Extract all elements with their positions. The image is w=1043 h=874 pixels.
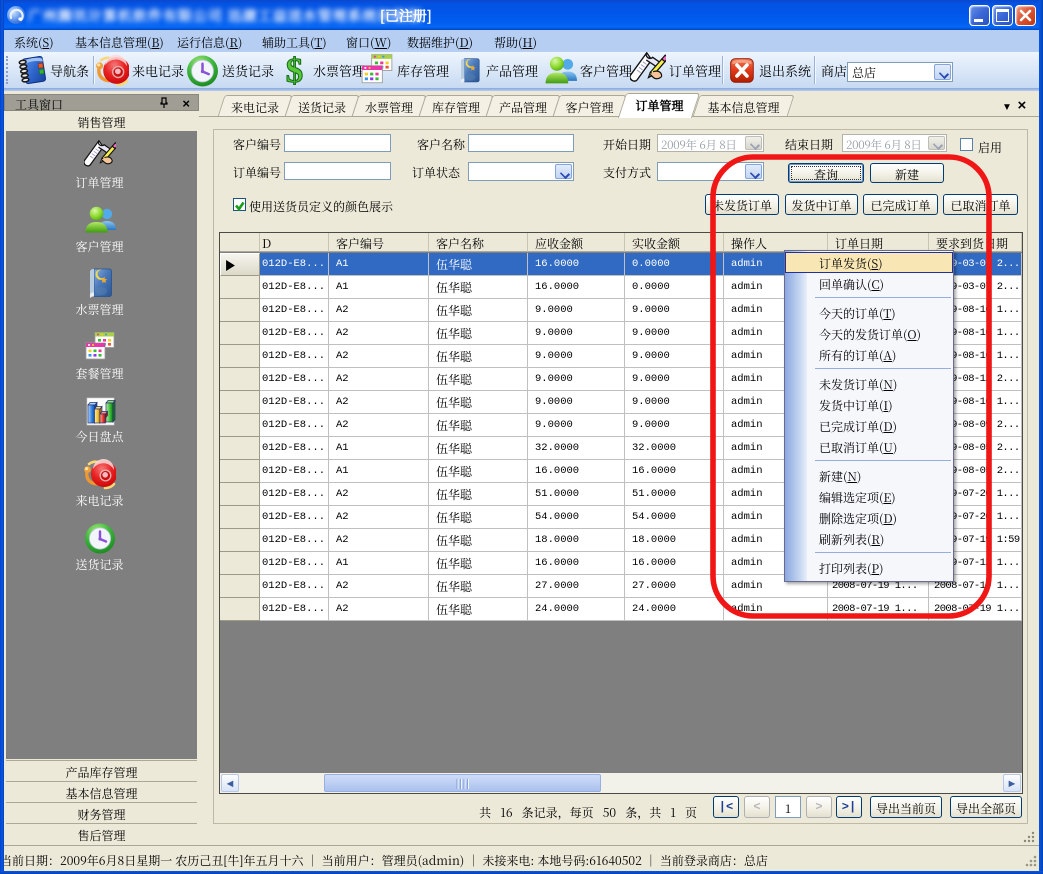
svg-text:$: $ [286,55,303,86]
